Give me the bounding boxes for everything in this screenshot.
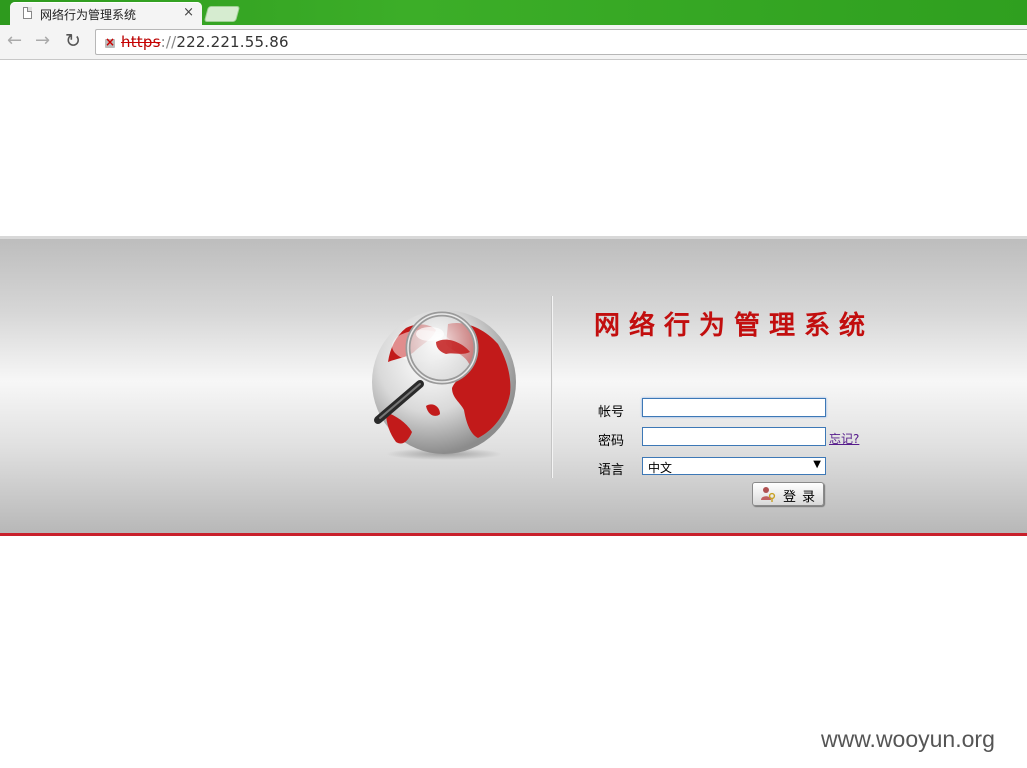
account-label: 帐号	[598, 405, 625, 420]
forgot-password-link[interactable]: 忘记?	[829, 430, 859, 447]
vertical-divider	[551, 296, 552, 478]
forward-arrow-icon[interactable]: →	[35, 31, 50, 51]
reload-icon[interactable]: ↻	[65, 31, 81, 51]
browser-toolbar: ← → ↻ × https://222.221.55.86	[0, 25, 1027, 60]
password-label: 密码	[598, 434, 625, 449]
tab-strip: 网络行为管理系统 ×	[0, 0, 1027, 25]
browser-tab[interactable]: 网络行为管理系统 ×	[10, 2, 202, 25]
back-arrow-icon[interactable]: ←	[7, 31, 22, 51]
tab-title: 网络行为管理系统	[40, 8, 137, 22]
insecure-lock-icon[interactable]: ×	[104, 35, 116, 49]
address-bar[interactable]: × https://222.221.55.86	[95, 29, 1027, 55]
user-key-icon	[761, 487, 776, 502]
login-button-label: 登录	[783, 490, 822, 505]
url-text: https://222.221.55.86	[121, 33, 289, 51]
dropdown-arrow-icon: ▼	[813, 459, 821, 470]
language-select[interactable]: 中文 ▼	[642, 457, 826, 475]
system-title: 网络行为管理系统	[594, 311, 875, 341]
url-scheme: https	[121, 33, 161, 51]
url-separator: ://	[160, 33, 177, 51]
watermark: www.wooyun.org	[821, 726, 995, 752]
account-input[interactable]	[642, 398, 826, 417]
tab-close-icon[interactable]: ×	[183, 5, 194, 20]
language-selected-value: 中文	[648, 461, 673, 475]
page-icon	[23, 7, 32, 19]
globe-magnifier-logo	[372, 310, 516, 460]
language-label: 语言	[598, 463, 625, 478]
new-tab-button[interactable]	[203, 6, 241, 22]
login-button[interactable]: 登录	[752, 482, 824, 506]
band-bottom-border	[0, 533, 1027, 536]
password-input[interactable]	[642, 427, 826, 446]
url-host: 222.221.55.86	[176, 33, 289, 51]
